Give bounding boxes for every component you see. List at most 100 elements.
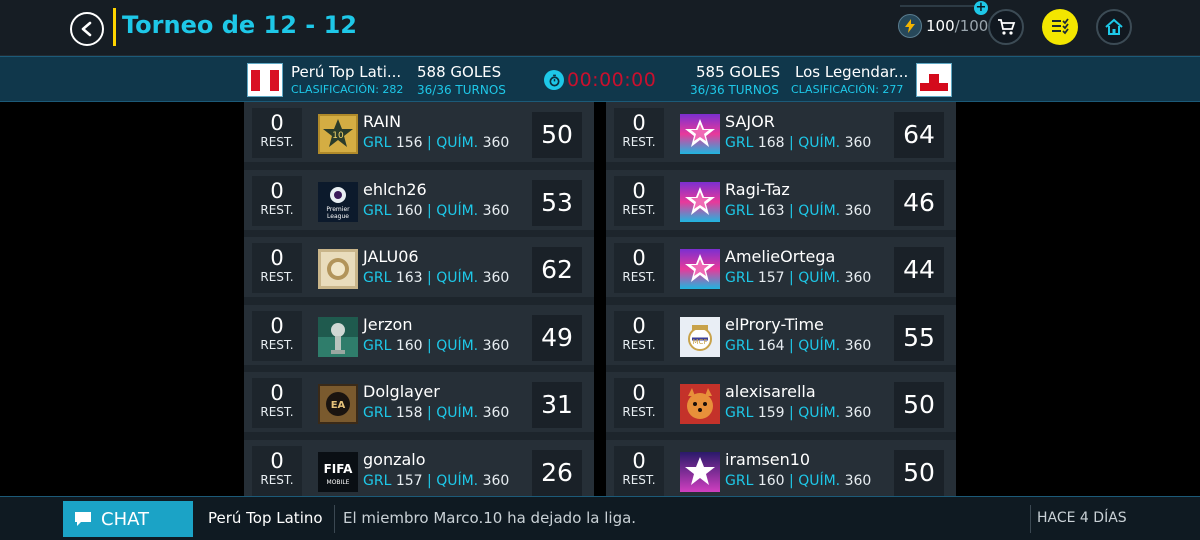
player-score: 53 [532, 179, 582, 226]
chat-league-name: Perú Top Latino [208, 509, 323, 527]
rest-counter: 0 REST. [614, 445, 664, 496]
svg-text:MCF: MCF [693, 338, 708, 346]
ea-sports-icon: EA [318, 384, 358, 424]
player-stats: GRL 168 | QUÍM. 360 [725, 135, 872, 151]
grl-label: GRL [363, 472, 392, 489]
grl-value: 163 [757, 202, 785, 219]
home-player-row[interactable]: 0 REST. EA Dolglayer GRL 158 | QUÍM. 360 31 [244, 372, 594, 432]
player-score: 50 [894, 449, 944, 496]
home-player-row[interactable]: 0 REST. Premier League ehlch26 GRL 160 | QUÍM… [244, 169, 594, 230]
player-stats: GRL 156 | QUÍM. 360 [363, 135, 510, 151]
home-player-row[interactable]: 0 REST. 10 RAIN GRL 156 | QUÍM. 360 50 [244, 102, 594, 162]
quim-value: 360 [844, 337, 872, 354]
quim-value: 360 [844, 472, 872, 489]
rest-counter: 0 REST. [252, 175, 302, 226]
player-name: elProry-Time [725, 314, 824, 334]
grl-value: 159 [757, 405, 785, 421]
player-name: Ragi-Taz [725, 179, 790, 199]
away-player-row[interactable]: 0 REST. alexisarella GRL 159 | QUÍM. 360 50 [606, 372, 956, 432]
grl-value: 157 [395, 472, 423, 489]
player-stats: GRL 157 | QUÍM. 360 [363, 472, 510, 489]
away-player-row[interactable]: 0 REST. AmelieOrtega GRL 157 | QUÍM. 360 44 [606, 237, 956, 297]
grl-value: 160 [395, 337, 423, 354]
grl-label: GRL [725, 405, 754, 421]
svg-text:10: 10 [332, 131, 344, 141]
chat-bubble-icon [75, 512, 91, 526]
home-button[interactable] [1096, 9, 1132, 45]
player-name: JALU06 [363, 247, 419, 266]
rest-counter: 0 REST. [252, 243, 302, 293]
player-stats: GRL 157 | QUÍM. 360 [725, 270, 872, 286]
rest-counter: 0 REST. [614, 108, 664, 158]
store-button[interactable] [988, 9, 1024, 45]
player-stats: GRL 163 | QUÍM. 360 [363, 270, 510, 286]
away-player-row[interactable]: 0 REST. SAJOR GRL 168 | QUÍM. 360 64 [606, 102, 956, 162]
chat-button[interactable]: CHAT [63, 501, 193, 537]
player-name: alexisarella [725, 382, 816, 401]
home-team-goals: 588 GOLES [417, 63, 502, 81]
gold-star-10-icon: 10 [318, 114, 358, 154]
grl-label: GRL [363, 337, 392, 354]
rest-value: 0 [632, 448, 646, 473]
home-player-row[interactable]: 0 REST. JALU06 GRL 163 | QUÍM. 360 62 [244, 237, 594, 297]
divider [1030, 505, 1031, 533]
trophy-icon [318, 316, 358, 357]
player-score: 31 [532, 382, 582, 428]
back-button[interactable] [70, 12, 104, 46]
player-name: Jerzon [363, 314, 413, 334]
grl-label: GRL [363, 405, 392, 421]
lightning-icon [898, 14, 922, 38]
peru-flag-icon [247, 63, 283, 97]
player-name: AmelieOrtega [725, 247, 836, 266]
away-team-classification: CLASIFICACIÓN: 277 [791, 83, 904, 96]
rest-value: 0 [270, 381, 284, 405]
grl-value: 168 [757, 135, 785, 151]
grl-label: GRL [725, 270, 754, 286]
chat-bar: CHAT Perú Top Latino El miembro Marco.10… [0, 496, 1200, 540]
home-players-list: 0 REST. 10 RAIN GRL 156 | QUÍM. 360 50 0 REST. P… [244, 102, 594, 496]
player-score: 55 [894, 314, 944, 361]
away-player-row[interactable]: 0 REST. MCF elProry-Time GRL 164 | QUÍM. 360… [606, 304, 956, 365]
svg-text:League: League [327, 213, 349, 220]
rest-value: 0 [632, 313, 646, 338]
grl-value: 160 [395, 202, 423, 219]
grl-value: 164 [757, 337, 785, 354]
quim-label: QUÍM. [798, 135, 841, 151]
player-stats: GRL 160 | QUÍM. 360 [363, 337, 510, 354]
rest-value: 0 [270, 178, 284, 203]
svg-text:EA: EA [331, 400, 346, 411]
home-player-row[interactable]: 0 REST. Jerzon GRL 160 | QUÍM. 360 49 [244, 304, 594, 365]
quim-label: QUÍM. [798, 270, 841, 286]
away-team-goals: 585 GOLES [696, 63, 781, 81]
away-player-row[interactable]: 0 REST. Ragi-Taz GRL 163 | QUÍM. 360 46 [606, 169, 956, 230]
grl-label: GRL [363, 202, 392, 219]
away-player-row[interactable]: 0 REST. iramsen10 GRL 160 | QUÍM. 360 50 [606, 439, 956, 496]
rest-value: 0 [632, 246, 646, 270]
quim-label: QUÍM. [436, 270, 479, 286]
rest-value: 0 [270, 111, 284, 135]
rest-label: REST. [622, 135, 656, 149]
grl-value: 160 [757, 472, 785, 489]
currency-progress-bar [900, 5, 976, 7]
stopwatch-icon [544, 70, 564, 90]
rest-value: 0 [270, 448, 284, 473]
home-team-classification: CLASIFICACIÓN: 282 [291, 83, 404, 96]
cart-icon [998, 19, 1016, 35]
grl-value: 163 [395, 270, 423, 286]
top-bar: Torneo de 12 - 12 + 100/100 [0, 0, 1200, 56]
home-player-row[interactable]: 0 REST. FIFA MOBILE gonzalo GRL 157 | QUÍM. 3… [244, 439, 594, 496]
gibraltar-flag-icon [916, 63, 952, 97]
player-name: Dolglayer [363, 382, 440, 401]
chat-message[interactable]: El miembro Marco.10 ha dejado la liga. [343, 509, 636, 527]
quim-value: 360 [482, 135, 510, 151]
rest-label: REST. [260, 405, 294, 419]
player-stats: GRL 163 | QUÍM. 360 [725, 202, 872, 219]
pink-star-icon [680, 181, 720, 222]
match-header: Perú Top Lati... CLASIFICACIÓN: 282 588 … [0, 56, 1200, 102]
quim-label: QUÍM. [436, 472, 479, 489]
objectives-button[interactable] [1042, 9, 1078, 45]
add-currency-icon[interactable]: + [974, 1, 988, 15]
rest-label: REST. [260, 472, 294, 487]
rest-counter: 0 REST. [252, 445, 302, 496]
quim-value: 360 [482, 270, 510, 286]
